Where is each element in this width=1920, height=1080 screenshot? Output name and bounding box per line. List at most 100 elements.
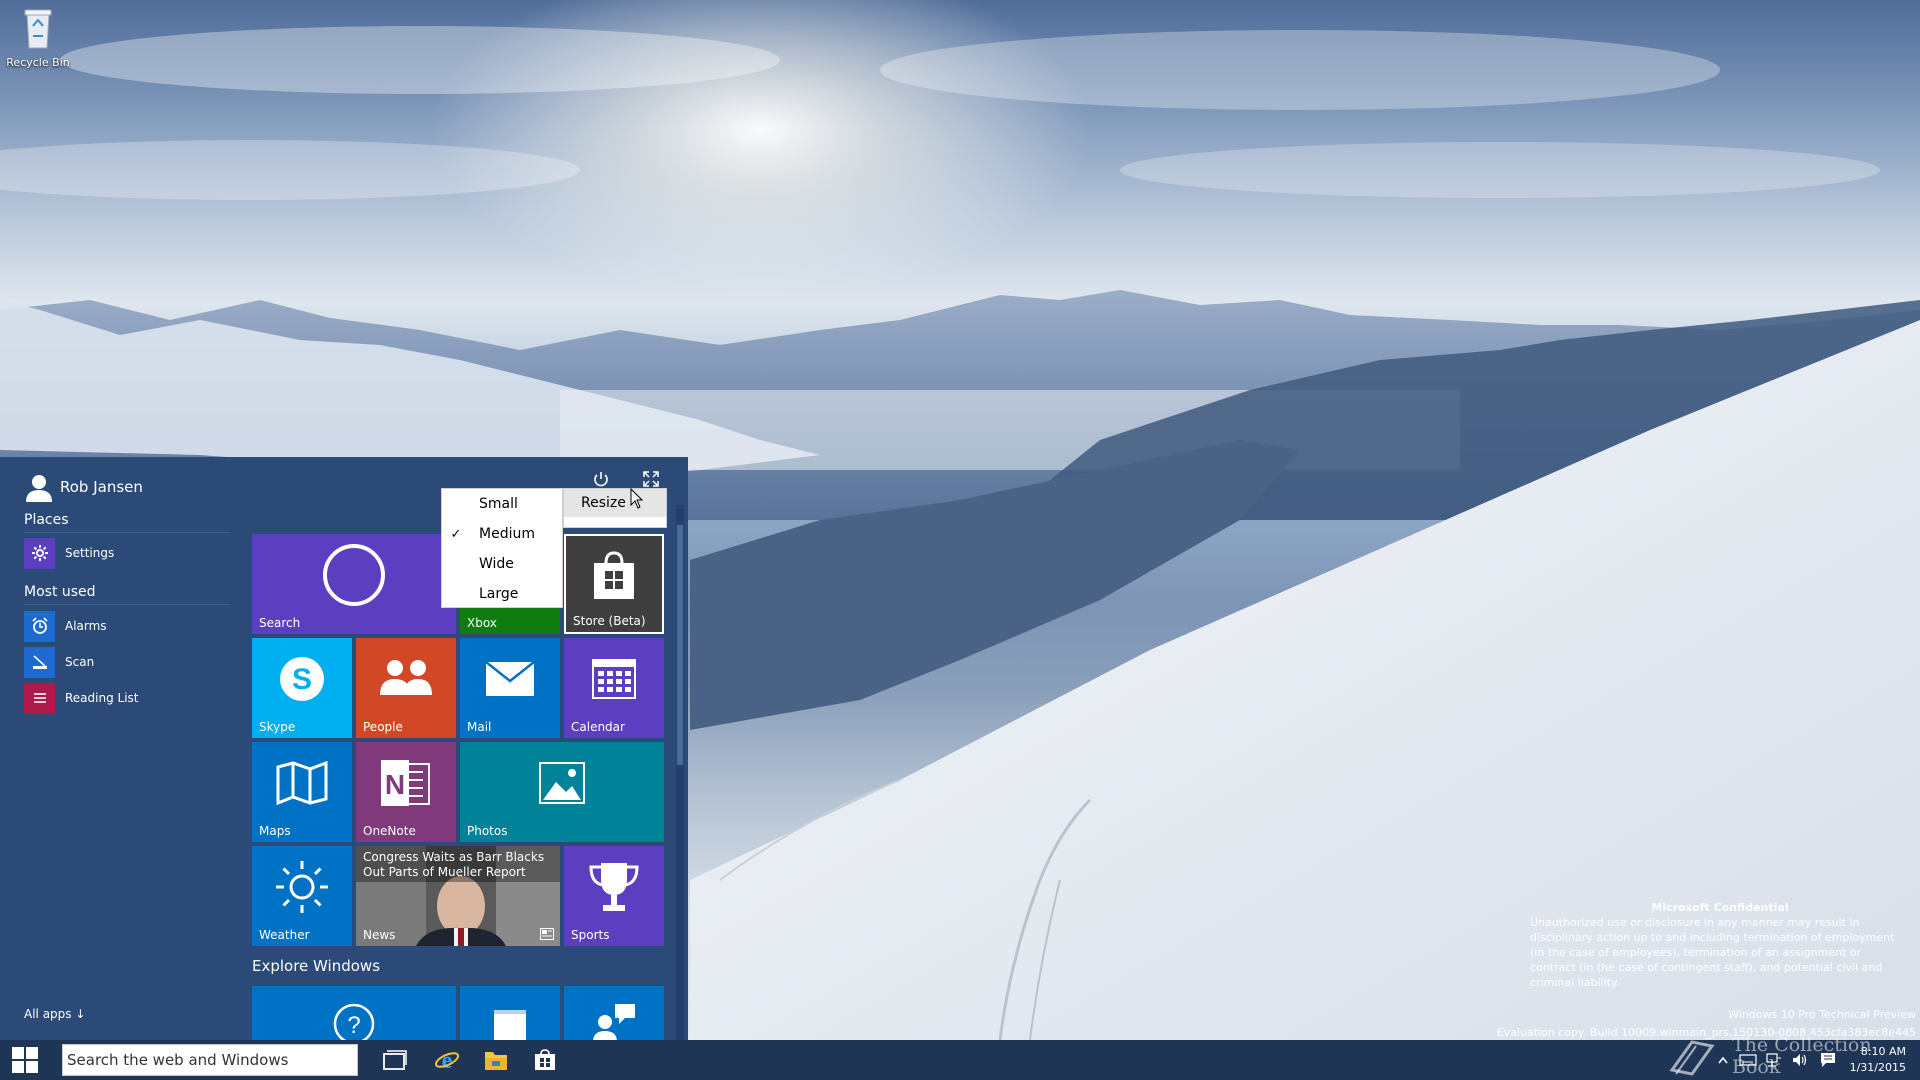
tile-calendar[interactable]: Calendar xyxy=(564,638,664,738)
size-option-large[interactable]: Large xyxy=(442,579,562,609)
tile-label: OneNote xyxy=(363,824,416,838)
chevron-up-icon xyxy=(1718,1056,1728,1064)
most-used-title: Most used xyxy=(24,584,96,600)
most-used-item-label: Alarms xyxy=(65,619,107,633)
recycle-bin-icon xyxy=(24,9,52,49)
svg-text:e: e xyxy=(442,1048,453,1073)
most-used-item-label: Scan xyxy=(65,655,95,669)
photos-icon xyxy=(460,742,664,824)
taskbar-store[interactable] xyxy=(520,1040,570,1080)
tile-photos[interactable]: Photos xyxy=(460,742,664,842)
brand-watermark: The Collection Book xyxy=(1732,1034,1872,1078)
confidential-title: Microsoft Confidential xyxy=(1651,901,1789,914)
sun-weather-icon xyxy=(252,846,352,928)
recycle-bin-label: Recycle Bin xyxy=(6,56,70,69)
size-option-label: Medium xyxy=(479,526,535,542)
taskbar-search-box[interactable] xyxy=(62,1044,358,1076)
mouse-cursor-icon xyxy=(630,488,644,509)
tile-context-menu: Resize xyxy=(563,488,667,528)
most-used-item-alarms[interactable]: Alarms xyxy=(24,610,230,642)
tiles-scrollbar[interactable] xyxy=(676,505,684,1040)
bag-icon xyxy=(494,1010,526,1040)
tile-label: People xyxy=(363,720,403,734)
user-avatar-icon xyxy=(26,475,52,502)
tile-skype[interactable]: S Skype xyxy=(252,638,352,738)
user-account-button[interactable]: Rob Jansen xyxy=(24,467,143,507)
power-icon xyxy=(594,472,608,487)
taskbar: e 8:10 AM 1/31/2015 xyxy=(0,1040,1920,1080)
store-bag-icon xyxy=(566,536,662,615)
scrollbar-thumb[interactable] xyxy=(677,525,683,765)
feedback-person-icon xyxy=(593,1004,635,1040)
tile-news[interactable]: Congress Waits as Barr Blacks Out Parts … xyxy=(356,846,560,946)
tile-mail[interactable]: Mail xyxy=(460,638,560,738)
size-option-small[interactable]: Small xyxy=(442,489,562,519)
news-headline: Congress Waits as Barr Blacks Out Parts … xyxy=(363,850,545,879)
tile-explore-store[interactable] xyxy=(460,986,560,1040)
tile-maps[interactable]: Maps xyxy=(252,742,352,842)
edition-text: Windows 10 Pro Technical Preview xyxy=(1728,1008,1916,1021)
tile-weather[interactable]: Weather xyxy=(252,846,352,946)
size-option-medium[interactable]: ✓ Medium xyxy=(442,519,562,549)
tile-label: Search xyxy=(259,616,301,630)
most-used-item-scan[interactable]: Scan xyxy=(24,646,230,678)
confidential-notice: Microsoft Confidential Unauthorized use … xyxy=(1530,900,1910,990)
places-item-settings[interactable]: Settings xyxy=(24,537,230,569)
size-option-label: Large xyxy=(479,586,519,602)
alarm-clock-icon xyxy=(24,610,55,642)
context-menu-item-resize[interactable]: Resize xyxy=(564,489,666,517)
tile-label: Photos xyxy=(467,824,508,838)
tile-explore-feedback[interactable] xyxy=(564,986,664,1040)
places-item-label: Settings xyxy=(65,546,115,560)
taskbar-file-explorer[interactable] xyxy=(471,1040,521,1080)
cortana-ring-icon xyxy=(252,534,456,616)
tile-label: Store (Beta) xyxy=(573,614,646,628)
tile-label: Maps xyxy=(259,824,291,838)
tile-search[interactable]: Search xyxy=(252,534,456,634)
places-title: Places xyxy=(24,512,69,528)
most-used-divider xyxy=(24,604,230,605)
tile-label: Weather xyxy=(259,928,310,942)
scanner-icon xyxy=(24,646,55,678)
windows-logo-icon xyxy=(12,1047,38,1073)
tile-people[interactable]: People xyxy=(356,638,456,738)
tile-explore-help[interactable]: ? xyxy=(252,986,456,1040)
task-view-button[interactable] xyxy=(370,1040,420,1080)
search-input[interactable] xyxy=(67,1051,347,1069)
map-icon xyxy=(252,742,352,824)
store-bag-icon xyxy=(535,1049,555,1070)
show-hidden-icons-button[interactable] xyxy=(1714,1040,1732,1080)
tile-store[interactable]: Store (Beta) xyxy=(564,534,664,634)
people-icon xyxy=(356,638,456,720)
user-name: Rob Jansen xyxy=(60,478,143,496)
book-watermark-icon xyxy=(1669,1040,1715,1076)
tile-label: Skype xyxy=(259,720,296,734)
most-used-item-reading-list[interactable]: Reading List xyxy=(24,682,230,714)
tile-onenote[interactable]: N OneNote xyxy=(356,742,456,842)
size-option-label: Small xyxy=(479,496,518,512)
confidential-body: Unauthorized use or disclosure in any ma… xyxy=(1530,916,1895,989)
svg-text:S: S xyxy=(292,663,312,696)
all-apps-button[interactable]: All apps ↓ xyxy=(24,1007,85,1021)
mail-envelope-icon xyxy=(460,638,560,720)
start-menu-left-pane: Rob Jansen Places Settings Most used Ala… xyxy=(0,457,240,1040)
expand-icon xyxy=(643,471,659,487)
start-button[interactable] xyxy=(0,1040,50,1080)
internet-explorer-icon: e xyxy=(434,1048,460,1073)
news-feed-icon xyxy=(540,928,554,940)
explore-windows-title: Explore Windows xyxy=(252,957,381,975)
desktop-icon-recycle-bin[interactable]: Recycle Bin xyxy=(4,6,72,69)
tile-size-submenu: Small ✓ Medium Wide Large xyxy=(441,488,563,608)
tile-label: News xyxy=(363,928,396,942)
gear-icon xyxy=(24,537,55,569)
svg-text:?: ? xyxy=(347,1012,360,1039)
tile-label: Mail xyxy=(467,720,492,734)
skype-icon: S xyxy=(252,638,352,720)
most-used-item-label: Reading List xyxy=(65,691,139,705)
size-option-label: Wide xyxy=(479,556,514,572)
size-option-wide[interactable]: Wide xyxy=(442,549,562,579)
tile-sports[interactable]: Sports xyxy=(564,846,664,946)
trophy-icon xyxy=(564,846,664,928)
places-divider xyxy=(24,532,230,533)
taskbar-internet-explorer[interactable]: e xyxy=(422,1040,472,1080)
